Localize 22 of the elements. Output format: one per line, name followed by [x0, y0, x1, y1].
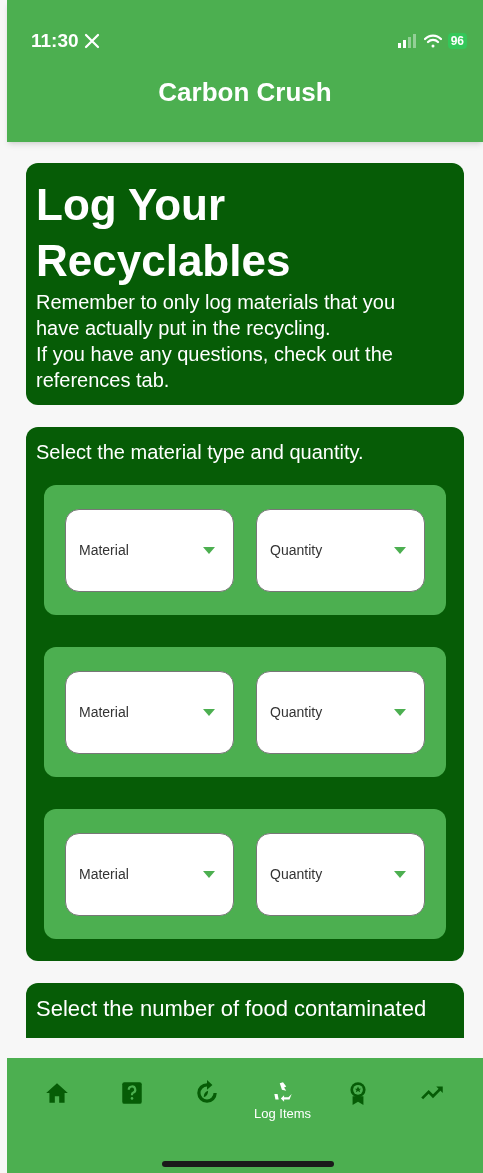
dropdown-caret-icon: [394, 870, 406, 878]
intro-text: If you have any questions, check out the references tab.: [36, 342, 394, 393]
status-time: 11:30: [31, 28, 79, 53]
intro-text: Remember to only log materials that you have actually put in the recycling.: [36, 290, 397, 341]
quantity-dropdown[interactable]: Quantity: [256, 832, 425, 916]
intro-heading: Log Your Recyclables: [36, 179, 292, 287]
dropdown-caret-icon: [203, 708, 215, 716]
dropdown-caret-icon: [203, 546, 215, 554]
dropdown-caret-icon: [394, 546, 406, 554]
material-dropdown[interactable]: Material: [65, 832, 234, 916]
contamination-prompt: Select the number of food contaminated: [36, 995, 428, 1023]
quantity-dropdown[interactable]: Quantity: [256, 508, 425, 592]
signal-icon: [397, 34, 418, 48]
wifi-icon: [423, 34, 442, 48]
battery-level: 96: [447, 33, 467, 49]
quantity-dropdown[interactable]: Quantity: [256, 670, 425, 754]
dropdown-caret-icon: [394, 708, 406, 716]
app-title: Carbon Crush: [158, 75, 332, 109]
material-dropdown[interactable]: Material: [65, 508, 234, 592]
material-dropdown[interactable]: Material: [65, 670, 234, 754]
selection-prompt: Select the material type and quantity.: [36, 440, 365, 465]
dropdown-caret-icon: [203, 870, 215, 878]
